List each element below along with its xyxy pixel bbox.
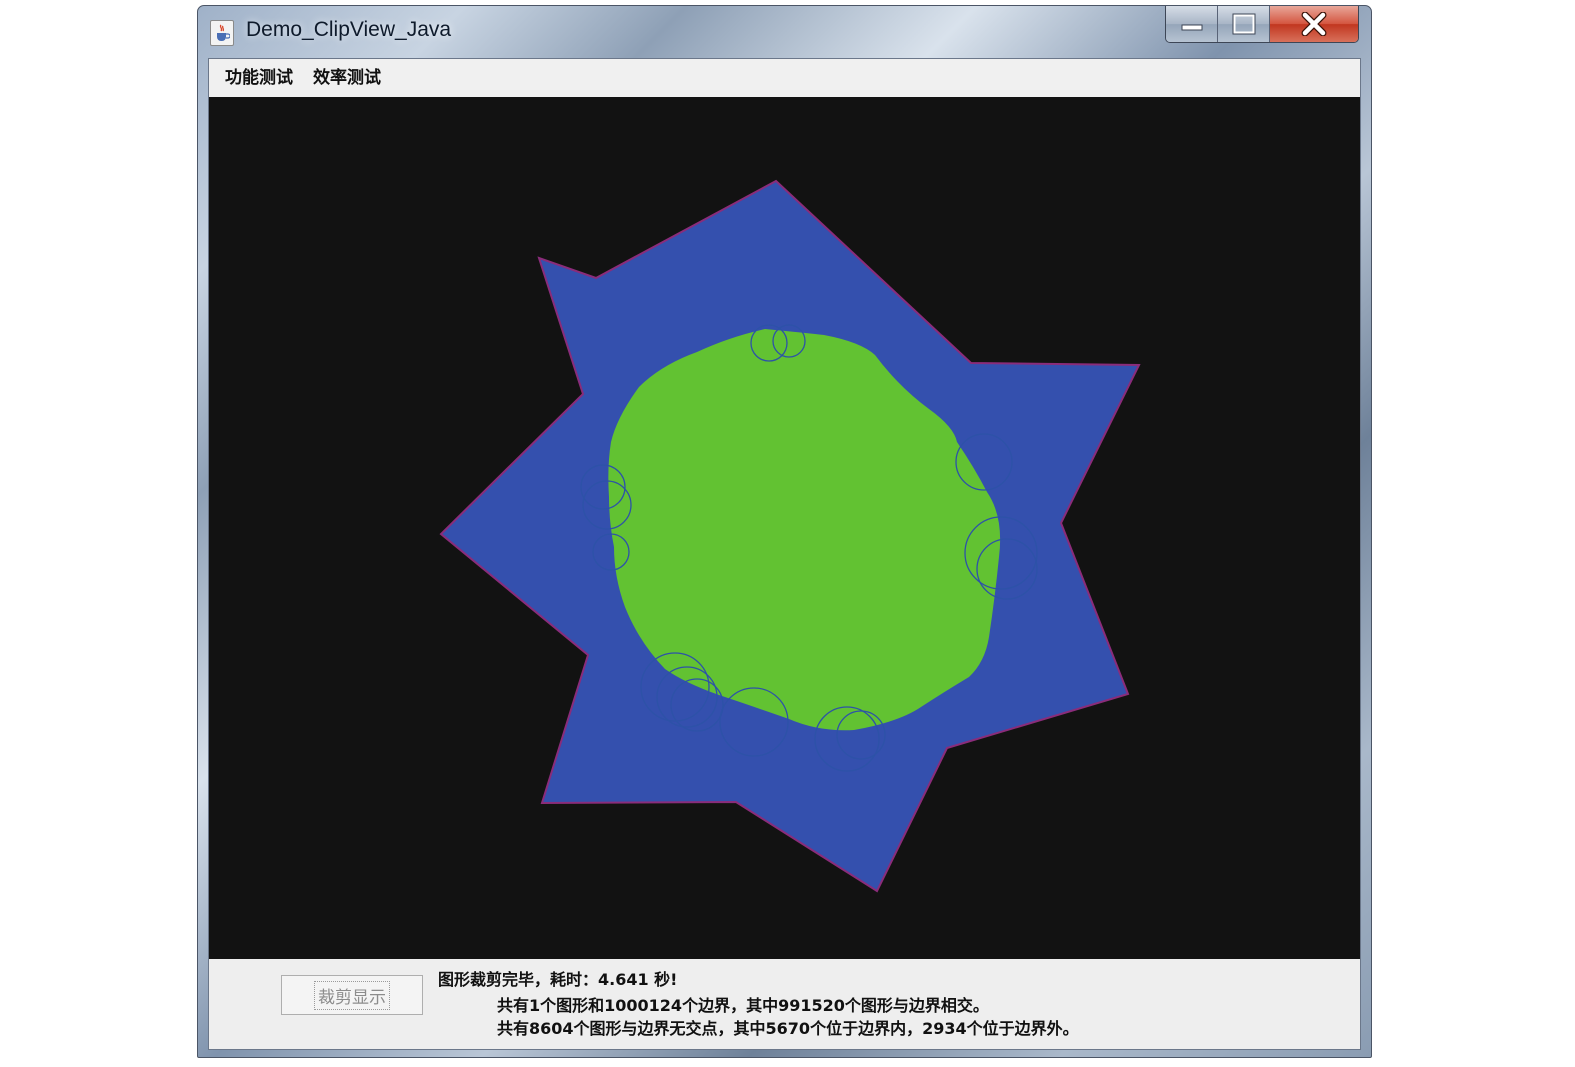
close-button[interactable] <box>1270 6 1358 42</box>
menu-function-test[interactable]: 功能测试 <box>215 59 303 97</box>
client-area: 功能测试 效率测试 裁剪显示 图形裁剪完毕，耗时：4.641 秒! 共有1个图形… <box>208 58 1361 1050</box>
clip-display-label: 裁剪显示 <box>314 980 390 1010</box>
window-title: Demo_ClipView_Java <box>246 18 452 41</box>
clip-display-button[interactable]: 裁剪显示 <box>281 975 423 1015</box>
drawing-canvas[interactable] <box>209 97 1360 959</box>
menu-efficiency-test[interactable]: 效率测试 <box>303 59 391 97</box>
maximize-icon <box>1232 13 1255 35</box>
app-window: Demo_ClipView_Java 功能测试 效率测试 裁剪显示 图形裁剪完毕… <box>197 5 1372 1058</box>
clip-drawing <box>439 179 1141 893</box>
title-bar[interactable]: Demo_ClipView_Java <box>198 6 1371 58</box>
status-line-positions: 共有8604个图形与边界无交点，其中5670个位于边界内，2934个位于边界外。 <box>497 1019 1079 1038</box>
status-line-counts: 共有1个图形和1000124个边界，其中991520个图形与边界相交。 <box>497 996 989 1015</box>
status-line-time: 图形裁剪完毕，耗时：4.641 秒! <box>438 970 678 989</box>
close-icon <box>1301 12 1327 36</box>
window-controls <box>1165 6 1359 43</box>
minimize-icon <box>1181 24 1202 31</box>
maximize-button[interactable] <box>1218 6 1270 42</box>
minimize-button[interactable] <box>1166 6 1218 42</box>
java-cup-icon[interactable] <box>210 20 234 46</box>
status-bar: 裁剪显示 图形裁剪完毕，耗时：4.641 秒! 共有1个图形和1000124个边… <box>209 959 1360 1049</box>
menu-bar: 功能测试 效率测试 <box>209 59 1360 97</box>
